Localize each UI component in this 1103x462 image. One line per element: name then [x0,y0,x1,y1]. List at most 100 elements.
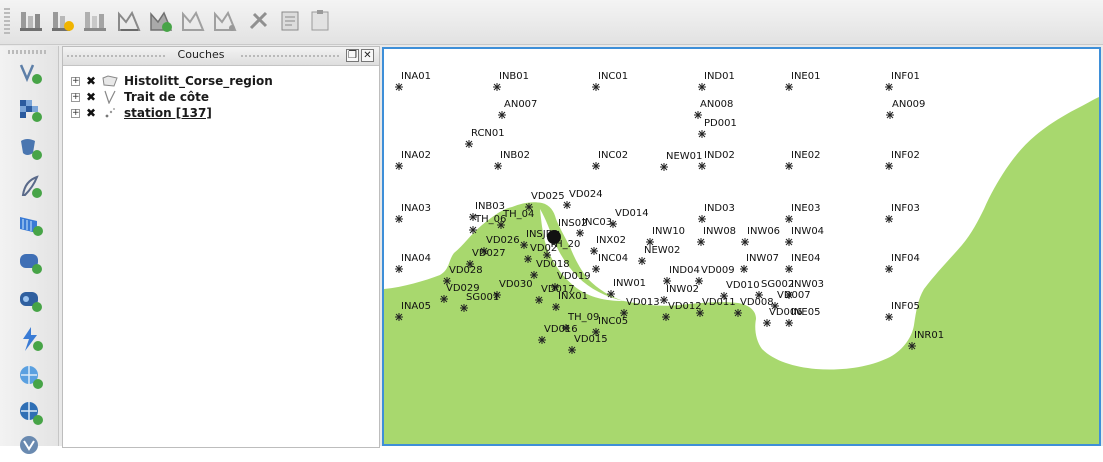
station-marker[interactable]: INB02 [494,150,530,170]
station-marker[interactable]: INA04 [395,253,431,273]
layer-row-trait-de-cote[interactable]: + ✖ Trait de côte [71,89,209,105]
station-marker[interactable]: INC01 [592,71,628,91]
station-asterisk-icon [886,111,894,119]
add-feature-button[interactable] [146,6,176,36]
add-mssql-layer-button[interactable] [16,248,46,278]
add-raster-layer-button[interactable] [16,96,46,126]
station-marker[interactable]: AN009 [886,99,925,119]
station-label: INW01 [613,278,646,289]
digitize-button[interactable] [114,6,144,36]
map-canvas[interactable]: INA01 INB01 INC01 IND01 INE01 INF01 AN007 AN008… [382,47,1101,446]
station-marker[interactable]: NEW02 [638,245,680,265]
map-view[interactable]: INA01 INB01 INC01 IND01 INE01 INF01 AN007 AN008… [384,49,1099,444]
station-marker[interactable]: IND01 [698,71,735,91]
station-marker[interactable]: INA01 [395,71,431,91]
station-marker[interactable]: INE04 [785,253,820,273]
station-label: INE05 [791,307,820,318]
expand-icon[interactable]: + [71,92,80,102]
station-marker[interactable]: IND03 [698,203,735,223]
add-oracle-layer-button[interactable] [16,286,46,316]
station-marker[interactable]: INW04 [785,226,824,246]
station-marker[interactable]: INE03 [785,203,820,223]
station-marker[interactable]: INF04 [885,253,920,273]
station-label: INE04 [791,253,820,264]
station-marker[interactable]: INE05 [785,307,820,327]
delete-selected-button[interactable] [244,6,274,36]
station-asterisk-icon [698,130,706,138]
layer-visibility-checkbox[interactable]: ✖ [86,90,96,104]
add-spatialite-layer-button[interactable] [16,172,46,202]
station-asterisk-icon [734,309,742,317]
station-label: INC04 [598,253,628,264]
station-marker[interactable]: PD001 [698,118,737,138]
panel-close-button[interactable]: ✕ [361,49,374,62]
node-tool-button[interactable] [210,6,240,36]
station-label: INF01 [891,71,920,82]
add-delimited-text-button[interactable] [16,432,46,462]
station-marker[interactable]: INC04 [592,253,628,273]
station-marker[interactable]: INC03 [576,217,612,237]
layer-visibility-checkbox[interactable]: ✖ [86,74,96,88]
new-vector-layer-button[interactable] [48,6,78,36]
cut-features-button[interactable] [276,6,306,36]
station-marker[interactable]: INF01 [885,71,920,91]
station-marker[interactable]: INW01 [607,278,646,298]
station-marker[interactable]: INF02 [885,150,920,170]
station-marker[interactable]: VD024 [563,189,603,209]
station-asterisk-icon [494,162,502,170]
station-marker[interactable]: VD014 [609,208,649,228]
station-marker[interactable]: INW08 [697,226,736,246]
station-marker[interactable]: AN008 [694,99,733,119]
station-label: INA05 [401,301,431,312]
station-marker[interactable]: INC02 [592,150,628,170]
panel-titlebar[interactable]: Couches ❐ ✕ [63,47,379,66]
station-marker[interactable]: INA02 [395,150,431,170]
station-label: INB03 [475,201,505,212]
toolbar-handle[interactable] [8,50,48,54]
station-marker[interactable]: INA03 [395,203,431,223]
station-marker[interactable]: INE01 [785,71,820,91]
expand-icon[interactable]: + [71,108,80,118]
panel-float-button[interactable]: ❐ [346,49,359,62]
add-vector-layer-button[interactable] [16,6,46,36]
station-label: INW07 [746,253,779,264]
station-marker[interactable]: INW07 [740,253,779,273]
station-marker[interactable]: IND04 [663,265,700,285]
layer-visibility-checkbox[interactable]: ✖ [86,106,96,120]
station-label: INW04 [791,226,824,237]
station-marker[interactable]: IND02 [698,150,735,170]
station-label: IND04 [669,265,700,276]
toolbar-handle[interactable] [4,8,10,36]
station-asterisk-icon [660,296,668,304]
station-label: VD024 [569,189,603,200]
move-feature-button[interactable] [178,6,208,36]
station-marker[interactable]: INW10 [646,226,685,246]
station-asterisk-icon [694,111,702,119]
station-marker[interactable]: INF03 [885,203,920,223]
station-marker[interactable]: NEW01 [660,151,702,171]
station-marker[interactable]: INF05 [885,301,920,321]
station-cluster[interactable] [547,230,561,244]
add-wms-layer-button[interactable] [16,210,46,240]
layer-row-histolitt[interactable]: + ✖ Histolitt_Corse_region [71,73,273,89]
expand-icon[interactable]: + [71,76,80,86]
add-virtual-layer-button[interactable] [16,398,46,428]
add-wcs-layer-button[interactable] [16,324,46,354]
station-marker[interactable]: INE02 [785,150,820,170]
add-wfs-layer-button[interactable] [16,362,46,392]
add-vector-layer-button[interactable] [16,58,46,88]
station-asterisk-icon [885,313,893,321]
station-asterisk-icon [785,162,793,170]
station-asterisk-icon [785,265,793,273]
station-label: VD007 [777,290,811,301]
remove-layer-button[interactable] [80,6,110,36]
add-postgis-layer-button[interactable] [16,134,46,164]
layer-row-station[interactable]: + ✖ station [137] [71,105,212,121]
station-marker[interactable]: AN007 [498,99,537,119]
station-asterisk-icon [697,238,705,246]
station-marker[interactable]: INX02 [590,235,626,255]
station-marker[interactable]: RCN01 [465,128,505,148]
station-marker[interactable]: INB01 [493,71,529,91]
paste-features-button[interactable] [306,6,336,36]
station-marker[interactable]: INW06 [741,226,780,246]
